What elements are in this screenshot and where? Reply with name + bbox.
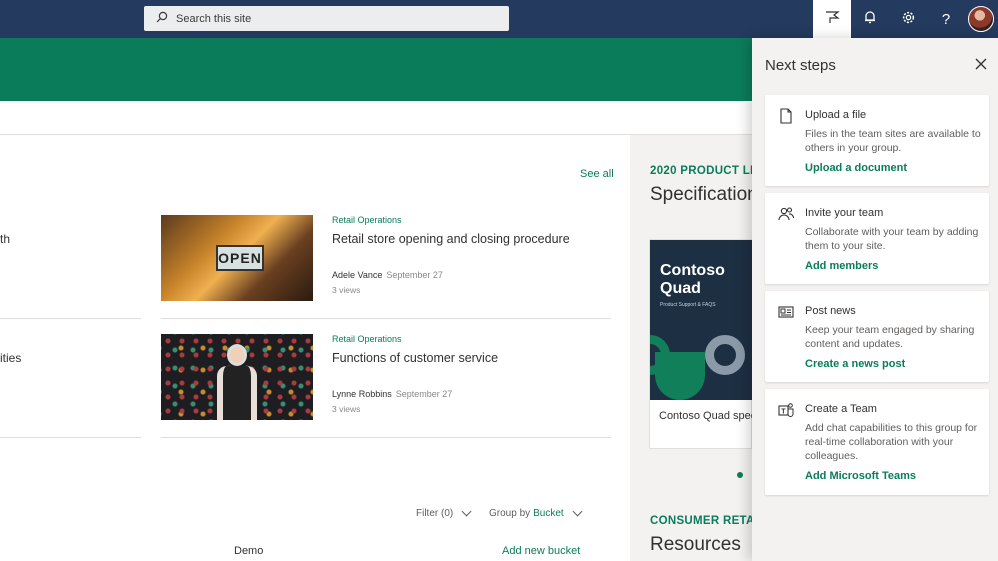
add-members-link[interactable]: Add members <box>805 260 878 272</box>
news-date: September 27 <box>386 270 443 280</box>
step-description: Collaborate with your team by adding the… <box>805 226 979 252</box>
upload-document-link[interactable]: Upload a document <box>805 162 907 174</box>
news-author-line: Lynne Robbins September 27 <box>332 389 452 399</box>
news-views: 3 views <box>332 285 361 295</box>
bucket-name[interactable]: Demo <box>234 545 263 557</box>
teams-icon: T <box>777 401 795 419</box>
step-title: Post news <box>805 305 856 317</box>
group-by-label: Group by <box>489 508 531 519</box>
step-card-news: Post news Keep your team engaged by shar… <box>765 291 989 382</box>
suite-bar: Search this site ? <box>0 0 998 38</box>
step-title: Upload a file <box>805 109 867 121</box>
group-by-value: Bucket <box>533 508 564 519</box>
next-steps-panel: Next steps Upload a file Files in the te… <box>752 38 998 561</box>
divider <box>161 437 611 438</box>
site-header <box>0 38 752 101</box>
notifications-button[interactable] <box>851 0 889 38</box>
person-image <box>217 344 257 420</box>
search-icon <box>156 10 168 28</box>
open-sign: OPEN <box>216 245 264 271</box>
panel-title: Next steps <box>765 57 836 74</box>
settings-button[interactable] <box>889 0 927 38</box>
step-description: Keep your team engaged by sharing conten… <box>805 324 975 350</box>
people-icon <box>777 205 795 223</box>
news-title[interactable]: Retail store opening and closing procedu… <box>332 232 570 246</box>
flag-icon <box>824 9 840 29</box>
add-new-bucket-link[interactable]: Add new bucket <box>502 545 580 557</box>
card-title-line: Quad <box>660 280 701 297</box>
step-description: Add chat capabilities to this group for … <box>805 422 978 462</box>
step-card-invite: Invite your team Collaborate with your t… <box>765 193 989 284</box>
card-title-line: Contoso <box>660 262 725 279</box>
svg-text:T: T <box>781 409 786 416</box>
create-news-post-link[interactable]: Create a news post <box>805 358 905 370</box>
divider <box>161 318 611 319</box>
cut-off-news-title: ities <box>0 351 22 365</box>
section-eyebrow: 2020 PRODUCT LI <box>650 165 754 177</box>
card-caption[interactable]: Contoso Quad spec <box>659 410 756 422</box>
bell-icon <box>863 10 877 28</box>
news-author-line: Adele Vance September 27 <box>332 270 443 280</box>
step-card-upload: Upload a file Files in the team sites ar… <box>765 95 989 186</box>
card-thumbnail-subtitle: Product Support & FAQS <box>660 302 716 308</box>
carousel-dot[interactable] <box>737 472 743 478</box>
step-title: Invite your team <box>805 207 884 219</box>
divider <box>0 318 141 319</box>
gear-icon <box>901 10 916 29</box>
news-category[interactable]: Retail Operations <box>332 215 402 225</box>
news-thumbnail[interactable]: OPEN <box>161 215 313 301</box>
step-card-teams: T Create a Team Add chat capabilities to… <box>765 389 989 495</box>
filter-button[interactable]: Filter (0) <box>416 506 472 519</box>
step-title: Create a Team <box>805 403 877 415</box>
news-date: September 27 <box>395 389 453 399</box>
see-all-link[interactable]: See all <box>580 168 614 180</box>
cut-off-news-title: th <box>0 232 11 246</box>
help-button[interactable]: ? <box>927 0 965 38</box>
section-eyebrow: CONSUMER RETA <box>650 515 755 527</box>
divider <box>0 437 141 438</box>
news-author[interactable]: Lynne Robbins <box>332 389 392 399</box>
document-icon <box>777 107 795 125</box>
search-box[interactable]: Search this site <box>144 6 509 31</box>
add-microsoft-teams-link[interactable]: Add Microsoft Teams <box>805 470 916 482</box>
group-by-button[interactable]: Group by Bucket <box>489 506 583 519</box>
news-category[interactable]: Retail Operations <box>332 334 402 344</box>
chevron-down-icon <box>572 506 583 517</box>
document-card[interactable]: Contoso Quad Product Support & FAQS Cont… <box>649 239 756 449</box>
section-heading: Specification <box>650 184 758 205</box>
question-icon: ? <box>941 10 951 28</box>
next-steps-flag-button[interactable] <box>813 0 851 38</box>
news-views: 3 views <box>332 404 361 414</box>
search-placeholder: Search this site <box>176 12 252 25</box>
document-card-thumbnail: Contoso Quad Product Support & FAQS <box>650 240 753 400</box>
news-author[interactable]: Adele Vance <box>332 270 382 280</box>
section-heading: Resources <box>650 534 741 555</box>
chevron-down-icon <box>461 506 472 517</box>
card-thumbnail-title: Contoso Quad <box>660 262 725 298</box>
filter-label: Filter (0) <box>416 508 454 519</box>
close-icon[interactable] <box>974 58 988 72</box>
site-navigation <box>0 101 752 135</box>
news-thumbnail[interactable] <box>161 334 313 420</box>
news-icon <box>777 303 795 321</box>
avatar[interactable] <box>968 6 994 32</box>
news-title[interactable]: Functions of customer service <box>332 351 498 365</box>
step-description: Files in the team sites are available to… <box>805 128 981 154</box>
